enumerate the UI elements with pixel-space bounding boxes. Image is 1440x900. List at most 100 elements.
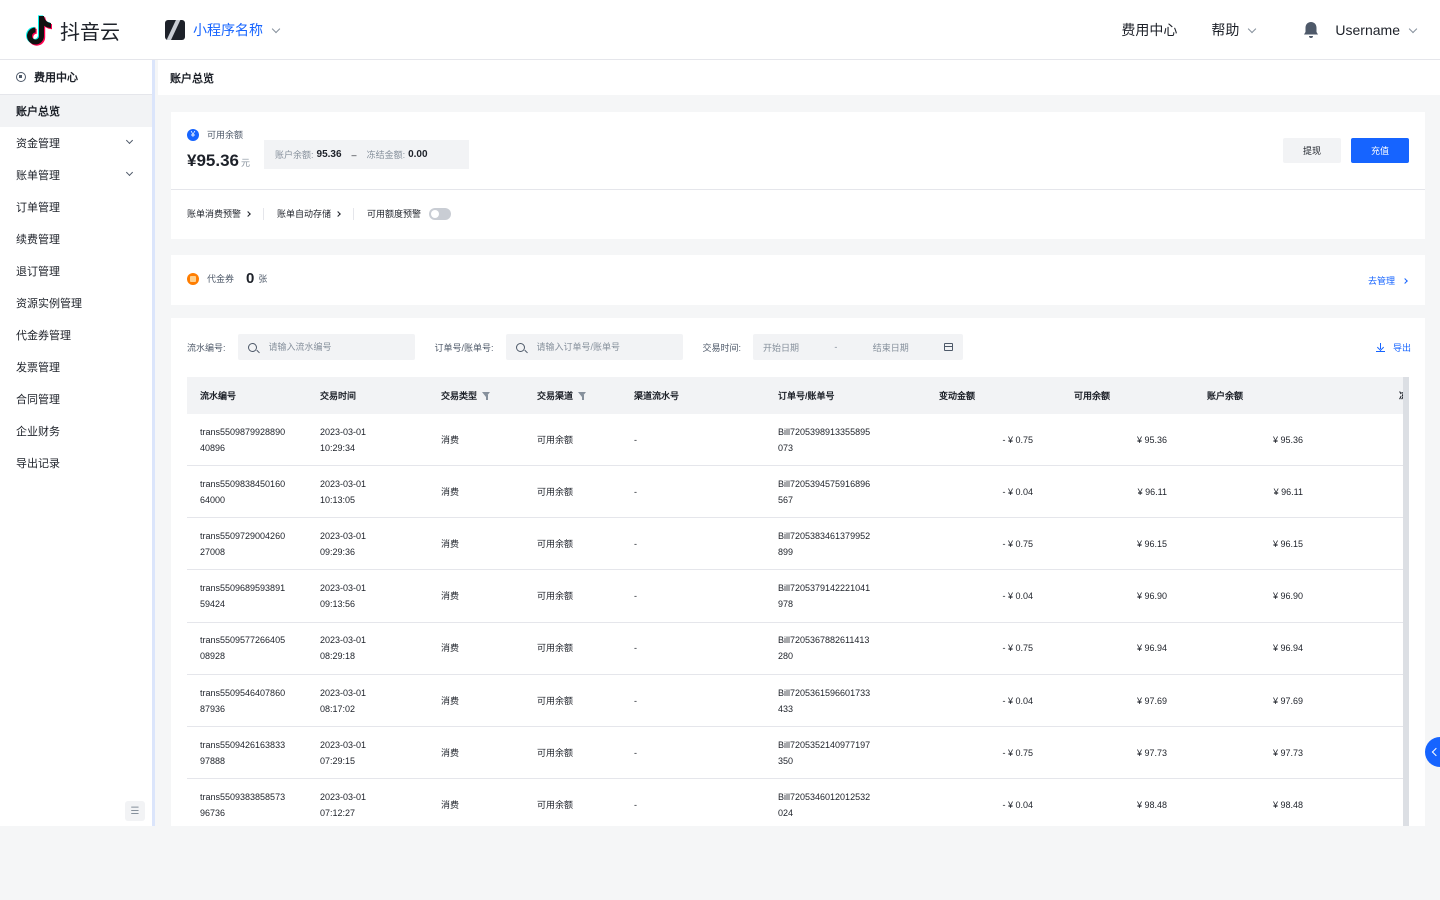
table-cell-account: ¥ 97.69 [1272, 695, 1303, 706]
sidebar-item[interactable]: 续费管理 [0, 223, 152, 255]
start-date-placeholder[interactable]: 开始日期 [763, 341, 799, 354]
table-cell-type: 消费 [441, 747, 460, 758]
export-label: 导出 [1392, 343, 1411, 353]
app-selector[interactable]: 小程序名称 [165, 20, 281, 40]
table-row[interactable]: trans5509383858573 96736 2023-03-01 07:12… [187, 779, 1403, 826]
sidebar-item[interactable]: 订单管理 [0, 191, 152, 223]
sidebar-item[interactable]: 账单管理 [0, 159, 152, 191]
order-search-field[interactable] [505, 334, 683, 360]
column-header-label: 可用余额 [1074, 390, 1111, 401]
table-row[interactable]: trans5509879928890 40896 2023-03-01 10:29… [187, 414, 1403, 466]
balance-unit: 元 [241, 158, 251, 168]
date-range-picker[interactable]: 开始日期 - 结束日期 [753, 334, 964, 360]
table-cell-available: ¥ 96.90 [1136, 591, 1167, 602]
export-button[interactable]: 导出 [1375, 341, 1411, 354]
sidebar-item[interactable]: 导出记录 [0, 447, 152, 479]
serial-search-field[interactable] [237, 334, 415, 360]
sidebar-item[interactable]: 企业财务 [0, 415, 152, 447]
table-cell-time: 2023-03-01 07:29:15 [320, 739, 367, 766]
voucher-count: 0 [246, 270, 255, 287]
user-menu[interactable]: Username [1335, 22, 1418, 38]
consume-alert-link[interactable]: 账单消费预警 [187, 207, 251, 220]
date-range-separator: - [834, 342, 838, 352]
table-cell-time: 2023-03-01 09:29:36 [320, 530, 367, 557]
sidebar-item[interactable]: 账户总览 [0, 95, 152, 127]
auto-store-label: 账单自动存储 [277, 209, 332, 219]
table-row[interactable]: trans5509546407860 87936 2023-03-01 08:17… [187, 675, 1403, 727]
table-cell-channel: 可用余额 [537, 486, 574, 497]
table-row[interactable]: trans5509426163833 97888 2023-03-01 07:29… [187, 727, 1403, 780]
sidebar-item[interactable]: 合同管理 [0, 383, 152, 415]
sidebar-item[interactable]: 资源实例管理 [0, 287, 152, 319]
divider [171, 189, 1425, 190]
table-cell-serial: trans5509577266405 08928 [200, 635, 286, 662]
table-cell-channel-serial: - [634, 643, 637, 654]
column-header-label: 交易渠道 [537, 390, 574, 401]
column-header-label: 流水编号 [200, 390, 237, 401]
table-cell-time: 2023-03-01 09:13:56 [320, 583, 367, 610]
sidebar-item-label: 合同管理 [16, 394, 60, 406]
alert-settings: 账单消费预警 账单自动存储 可用额度预警 [187, 207, 452, 220]
recharge-button[interactable]: 充值 [1351, 138, 1409, 163]
username: Username [1335, 22, 1400, 38]
end-date-placeholder[interactable]: 结束日期 [873, 341, 909, 354]
account-balance-value: 95.36 [316, 149, 342, 160]
bell-icon[interactable] [1303, 21, 1319, 39]
voucher-manage-link[interactable]: 去管理 [1367, 274, 1408, 287]
divider [353, 207, 355, 220]
chevron-down-icon [125, 136, 134, 145]
sidebar-item-label: 续费管理 [16, 234, 60, 246]
divider [263, 207, 265, 220]
sidebar-item-label: 发票管理 [16, 362, 60, 374]
table-cell-available: ¥ 98.48 [1136, 799, 1167, 810]
nav-billing-center[interactable]: 费用中心 [1121, 20, 1177, 40]
sidebar-item[interactable]: 退订管理 [0, 255, 152, 287]
sidebar-item[interactable]: 代金券管理 [0, 319, 152, 351]
column-header-label: 变动金额 [939, 390, 976, 401]
auto-store-link[interactable]: 账单自动存储 [277, 207, 341, 220]
balance-detail: 账户余额: 95.36 – 冻结金额: 0.00 [264, 140, 469, 169]
transactions-card: 流水编号: 订单号/账单号: 交易时间: 开始日期 - 结束日期 导出 [171, 318, 1425, 826]
sidebar-section-title: 费用中心 [0, 60, 152, 95]
order-search-input[interactable] [536, 342, 657, 352]
withdraw-button[interactable]: 提现 [1283, 138, 1341, 163]
calendar-icon [944, 343, 954, 351]
table-cell-channel: 可用余额 [537, 799, 574, 810]
credit-alert-toggle[interactable] [429, 207, 452, 220]
serial-search-input[interactable] [268, 342, 389, 352]
table-row[interactable]: trans5509577266405 08928 2023-03-01 08:29… [187, 623, 1403, 675]
table-cell-serial: trans5509426163833 97888 [200, 739, 286, 766]
sidebar-item-label: 退订管理 [16, 266, 60, 278]
table-cell-type: 消费 [441, 591, 460, 602]
table-cell-channel: 可用余额 [537, 643, 574, 654]
frozen-amount-label: 冻结金额: [366, 150, 406, 160]
column-header: 交易渠道 [537, 377, 587, 414]
table-cell-change: - ¥ 0.04 [1002, 591, 1033, 602]
column-header: 变动金额 [939, 377, 975, 414]
consume-alert-label: 账单消费预警 [187, 209, 242, 219]
table-cell-order: Bill7205361596601733 433 [778, 687, 871, 714]
table-row[interactable]: trans5509729004260 27008 2023-03-01 09:29… [187, 518, 1403, 571]
table-cell-channel-serial: - [634, 695, 637, 706]
sidebar-item-label: 资金管理 [16, 138, 60, 150]
time-filter-label: 交易时间: [702, 342, 742, 353]
logo[interactable]: 抖音云 [24, 14, 120, 46]
search-icon [515, 342, 525, 352]
table-row[interactable]: trans5509838450160 64000 2023-03-01 10:13… [187, 466, 1403, 519]
table-cell-serial: trans5509879928890 40896 [200, 426, 286, 453]
filter-icon[interactable] [578, 391, 587, 400]
filter-icon[interactable] [482, 391, 491, 400]
nav-help[interactable]: 帮助 [1211, 20, 1257, 40]
voucher-manage-label: 去管理 [1367, 276, 1395, 286]
sidebar-item[interactable]: 资金管理 [0, 127, 152, 159]
credit-alert-label: 可用额度预警 [367, 209, 422, 219]
collapse-sidebar-icon[interactable]: ☰ [125, 801, 145, 821]
sidebar-item[interactable]: 发票管理 [0, 351, 152, 383]
table-cell-account: ¥ 98.48 [1272, 799, 1303, 810]
table-row[interactable]: trans5509689593891 59424 2023-03-01 09:13… [187, 571, 1403, 623]
table-cell-channel: 可用余额 [537, 695, 574, 706]
column-header: 交易类型 [441, 377, 491, 414]
column-header: 账户余额 [1207, 377, 1243, 414]
douyin-logo-icon [26, 15, 52, 46]
balance-separator: – [351, 149, 357, 160]
